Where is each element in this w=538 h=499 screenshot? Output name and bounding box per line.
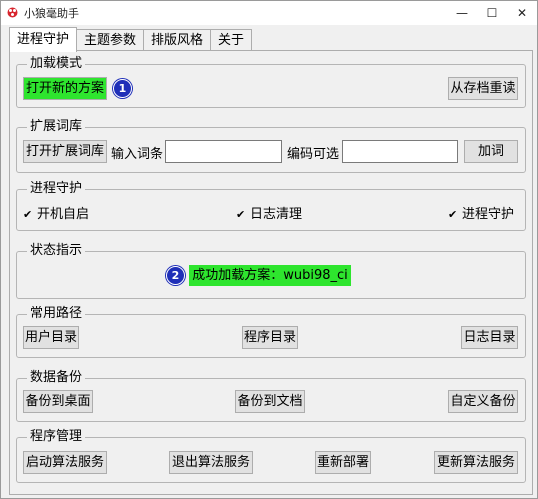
quit-service-button[interactable]: 退出算法服务	[169, 451, 253, 474]
tab-theme-params[interactable]: 主题参数	[76, 29, 144, 51]
group-data-backup: 数据备份 备份到桌面 备份到文档 自定义备份	[16, 370, 526, 422]
code-label: 编码可选	[287, 147, 340, 162]
status-text: 成功加载方案：wubi98_ci	[189, 265, 351, 286]
tab-label: 关于	[217, 33, 244, 48]
maximize-icon[interactable]: ☐	[477, 1, 507, 25]
user-dir-button[interactable]: 用户目录	[23, 326, 79, 349]
backup-to-desktop-button[interactable]: 备份到桌面	[23, 390, 93, 413]
title-bar: 小狼毫助手 — ☐ ✕	[1, 1, 537, 25]
group-legend: 状态指示	[27, 243, 86, 259]
group-extended-dict: 扩展词库 打开扩展词库 输入词条 编码可选 加词	[16, 119, 526, 173]
open-extended-dict-button[interactable]: 打开扩展词库	[23, 140, 107, 163]
tab-layout-style[interactable]: 排版风格	[143, 29, 211, 51]
step-marker-2: 2	[166, 266, 185, 285]
group-legend: 进程守护	[27, 181, 86, 197]
checkbox-checked-icon: ✔	[236, 208, 246, 221]
group-legend: 加载模式	[27, 56, 86, 72]
update-service-button[interactable]: 更新算法服务	[434, 451, 518, 474]
backup-to-docs-button[interactable]: 备份到文档	[235, 390, 305, 413]
redeploy-button[interactable]: 重新部署	[315, 451, 371, 474]
group-process-guard: 进程守护 ✔ 开机自启 ✔ 日志清理 ✔ 进程守护	[16, 181, 526, 231]
log-dir-button[interactable]: 日志目录	[461, 326, 518, 349]
minimize-icon[interactable]: —	[447, 1, 477, 25]
group-legend: 数据备份	[27, 370, 86, 386]
tab-label: 排版风格	[150, 33, 203, 48]
open-new-scheme-button[interactable]: 打开新的方案	[23, 77, 107, 100]
group-legend: 程序管理	[27, 429, 86, 445]
autostart-checkbox[interactable]: ✔ 开机自启	[23, 203, 89, 222]
log-cleanup-checkbox[interactable]: ✔ 日志清理	[236, 203, 302, 222]
window-title: 小狼毫助手	[24, 7, 79, 20]
group-common-paths: 常用路径 用户目录 程序目录 日志目录	[16, 306, 526, 358]
checkbox-checked-icon: ✔	[448, 208, 458, 221]
add-word-button[interactable]: 加词	[464, 140, 518, 163]
close-icon[interactable]: ✕	[507, 1, 537, 25]
app-logo-icon	[7, 7, 18, 18]
entry-label: 输入词条	[111, 147, 164, 162]
reload-from-archive-button[interactable]: 从存档重读	[448, 77, 518, 100]
tab-panel: 加载模式 打开新的方案 1 从存档重读 扩展词库 打开扩展词库 输入词条 编码可…	[9, 50, 533, 495]
entry-input[interactable]	[165, 140, 282, 163]
checkbox-label: 进程守护	[462, 207, 515, 222]
group-load-mode: 加载模式 打开新的方案 1 从存档重读	[16, 56, 526, 108]
tab-process-guard[interactable]: 进程守护	[9, 27, 77, 52]
code-input[interactable]	[342, 140, 458, 163]
step-marker-1: 1	[113, 79, 132, 98]
group-status: 状态指示 2 成功加载方案：wubi98_ci	[16, 243, 526, 299]
checkbox-label: 开机自启	[37, 207, 90, 222]
process-guard-checkbox[interactable]: ✔ 进程守护	[448, 203, 514, 222]
program-dir-button[interactable]: 程序目录	[242, 326, 298, 349]
app-window: 小狼毫助手 — ☐ ✕ 进程守护 主题参数 排版风格 关于 加载模式 打开新的方…	[0, 0, 538, 499]
group-legend: 常用路径	[27, 306, 86, 322]
group-program-management: 程序管理 启动算法服务 退出算法服务 重新部署 更新算法服务	[16, 429, 526, 483]
tab-about[interactable]: 关于	[210, 29, 252, 51]
checkbox-label: 日志清理	[250, 207, 303, 222]
tab-label: 进程守护	[16, 32, 69, 47]
start-service-button[interactable]: 启动算法服务	[23, 451, 107, 474]
custom-backup-button[interactable]: 自定义备份	[448, 390, 518, 413]
checkbox-checked-icon: ✔	[23, 208, 33, 221]
group-legend: 扩展词库	[27, 119, 86, 135]
tab-label: 主题参数	[83, 33, 136, 48]
